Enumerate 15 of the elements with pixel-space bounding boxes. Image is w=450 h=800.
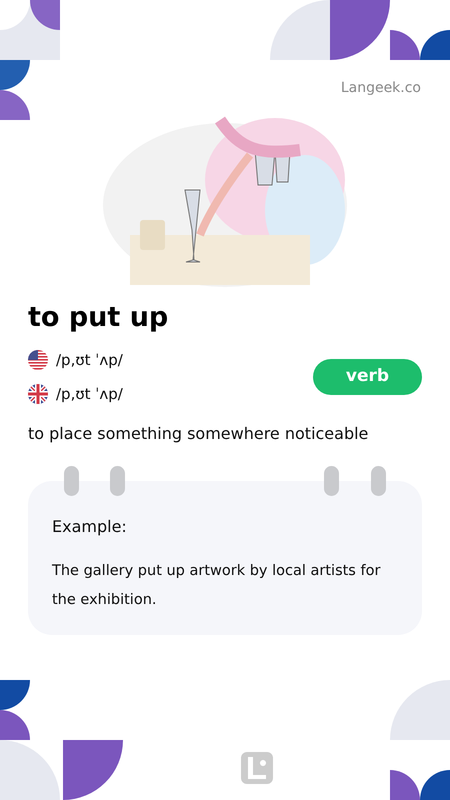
binder-ring: [64, 466, 79, 496]
pronunciation-text: /p,ʊt ˈʌp/: [56, 384, 123, 405]
us-flag-icon: [28, 350, 48, 370]
definition-text: to place something somewhere noticeable: [28, 423, 370, 445]
example-label: Example:: [52, 516, 128, 538]
binder-ring: [110, 466, 125, 496]
example-sentence: The gallery put up artwork by local artists for the exhibition.: [52, 562, 382, 610]
word-title: to put up: [28, 301, 170, 335]
logo-icon: [240, 752, 272, 784]
part-of-speech-badge: verb: [313, 359, 422, 395]
binder-ring: [324, 466, 339, 496]
pronunciation-text: /p,ʊt ˈʌp/: [56, 350, 123, 371]
binder-ring: [371, 466, 386, 496]
uk-flag-icon: [28, 384, 48, 404]
site-name: Langeek.co: [340, 79, 421, 98]
